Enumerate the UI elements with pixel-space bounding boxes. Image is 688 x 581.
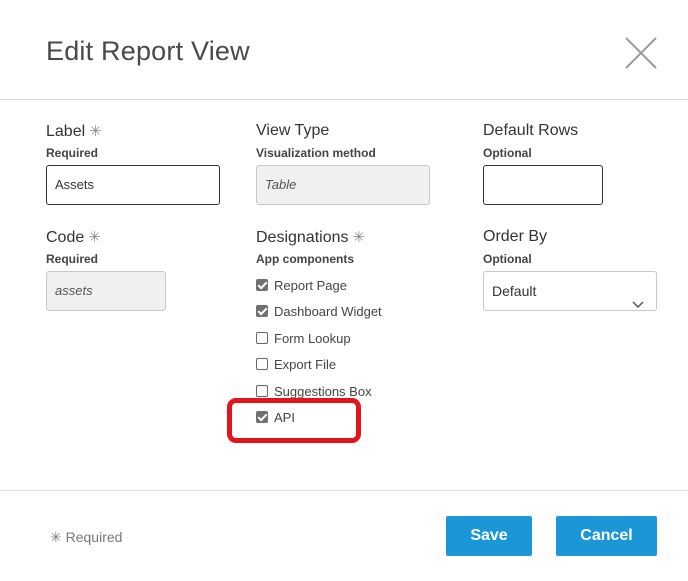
designation-form-lookup[interactable]: Form Lookup	[256, 329, 351, 347]
order-by-field-hint: Optional	[483, 252, 532, 266]
designations-field-hint: App components	[256, 252, 354, 266]
default-rows-input[interactable]	[483, 165, 603, 205]
header-divider	[0, 99, 688, 100]
required-asterisk: ✳	[89, 123, 102, 140]
view-type-field-hint: Visualization method	[256, 146, 376, 160]
edit-report-view-dialog: Edit Report View Label ✳ Required Assets …	[0, 0, 688, 581]
order-by-selected-value: Default	[492, 283, 537, 299]
default-rows-field-hint: Optional	[483, 146, 532, 160]
designation-dashboard-widget[interactable]: Dashboard Widget	[256, 302, 382, 320]
designation-report-page[interactable]: Report Page	[256, 276, 347, 294]
designation-export-file[interactable]: Export File	[256, 355, 336, 373]
label-field-hint: Required	[46, 146, 99, 160]
dialog-title: Edit Report View	[46, 36, 250, 66]
checkbox-unchecked-icon[interactable]	[256, 385, 268, 397]
api-highlight-box	[227, 398, 361, 443]
default-rows-field-label: Default Rows	[483, 122, 579, 139]
label-field-label: Label ✳	[46, 123, 102, 140]
view-type-input: Table	[256, 165, 430, 205]
required-asterisk: ✳	[352, 229, 366, 246]
view-type-field-label: View Type	[256, 122, 330, 139]
chevron-down-icon	[632, 286, 644, 309]
checkbox-checked-icon[interactable]	[256, 279, 268, 291]
code-input: assets	[46, 271, 166, 311]
code-field-hint: Required	[46, 252, 99, 266]
label-input[interactable]: Assets	[46, 165, 220, 205]
code-field-label: Code ✳	[46, 229, 101, 246]
checkbox-checked-icon[interactable]	[256, 305, 268, 317]
checkbox-unchecked-icon[interactable]	[256, 358, 268, 370]
save-button[interactable]: Save	[446, 516, 532, 556]
footer-divider	[0, 490, 688, 491]
required-note: ✳ Required	[50, 529, 123, 545]
order-by-select[interactable]: Default	[483, 271, 657, 311]
designations-field-label: Designations ✳	[256, 229, 366, 246]
order-by-field-label: Order By	[483, 228, 548, 245]
close-icon[interactable]	[624, 36, 658, 70]
checkbox-unchecked-icon[interactable]	[256, 332, 268, 344]
required-asterisk: ✳	[88, 229, 101, 246]
cancel-button[interactable]: Cancel	[556, 516, 657, 556]
